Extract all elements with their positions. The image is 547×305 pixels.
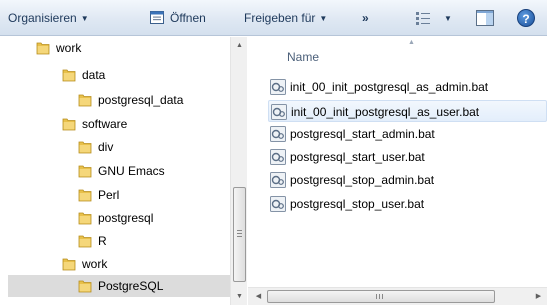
folder-icon (78, 212, 92, 225)
tree-item-label: GNU Emacs (98, 164, 165, 178)
folder-icon (36, 42, 50, 55)
folder-icon (78, 94, 92, 107)
folder-icon (62, 118, 76, 131)
sort-ascending-icon: ▲ (408, 39, 415, 46)
file-name: postgresql_stop_user.bat (290, 197, 425, 211)
tree-item-label: R (98, 234, 107, 248)
tree-item-label: work (82, 257, 108, 271)
share-label: Freigeben für (244, 11, 316, 25)
file-row[interactable]: postgresql_start_admin.bat (268, 123, 547, 145)
folder-icon (78, 165, 92, 178)
tree-item-label: postgresql (98, 211, 154, 225)
chevron-down-icon: ▼ (80, 14, 89, 23)
folder-icon (78, 141, 92, 154)
batch-file-icon (270, 196, 286, 212)
folder-icon (62, 258, 76, 271)
scroll-left-arrow-icon[interactable]: ◀ (250, 288, 267, 305)
navigation-pane: work data postgresql_data software div G… (0, 37, 230, 305)
command-bar: Organisieren ▼ Öffnen Freigeben für ▼ » ▼ … (0, 0, 547, 36)
view-options-button[interactable]: ▼ (440, 0, 452, 36)
batch-file-icon (270, 172, 286, 188)
tree-item-postgresql-selected[interactable]: PostgreSQL (8, 275, 230, 297)
column-header-label: Name (287, 50, 320, 64)
file-name: init_00_init_postgresql_as_user.bat (291, 105, 480, 119)
scroll-down-arrow-icon[interactable]: ▼ (231, 288, 248, 305)
open-button[interactable]: Öffnen (150, 0, 206, 36)
tree-item-label: software (82, 117, 128, 131)
tree-item-label: div (98, 140, 114, 154)
tree-item-label: postgresql_data (98, 93, 184, 107)
nav-vertical-scrollbar[interactable]: ▲ ▼ (230, 37, 247, 305)
folder-icon (78, 189, 92, 202)
file-row[interactable]: init_00_init_postgresql_as_user.bat (268, 100, 547, 122)
file-name: postgresql_start_admin.bat (290, 127, 435, 141)
open-label: Öffnen (170, 11, 206, 25)
share-button[interactable]: Freigeben für ▼ (244, 0, 327, 36)
chevron-down-icon: ▼ (444, 14, 452, 23)
grip-icon (376, 294, 383, 299)
scroll-right-arrow-icon[interactable]: ▶ (530, 288, 547, 305)
batch-file-icon (270, 126, 286, 142)
grip-icon (237, 230, 242, 237)
folder-icon (62, 69, 76, 82)
change-view-icon[interactable] (416, 11, 434, 25)
folder-icon (78, 235, 92, 248)
tree-item-label: PostgreSQL (98, 279, 164, 293)
tree-item-label: data (82, 68, 106, 82)
tree-item-label: work (56, 41, 82, 55)
open-icon (150, 11, 164, 24)
scrollbar-thumb[interactable] (233, 187, 246, 282)
tree-item-label: Perl (98, 188, 120, 202)
file-list-horizontal-scrollbar[interactable]: ◀ ▶ (248, 287, 547, 305)
column-header-name[interactable]: ▲ Name (248, 37, 547, 75)
file-row[interactable]: postgresql_start_user.bat (268, 146, 547, 168)
file-row[interactable]: postgresql_stop_admin.bat (268, 169, 547, 191)
file-row[interactable]: postgresql_stop_user.bat (268, 193, 547, 215)
folder-icon (78, 280, 92, 293)
scroll-up-arrow-icon[interactable]: ▲ (231, 37, 248, 54)
batch-file-icon (270, 79, 286, 95)
chevron-down-icon: ▼ (319, 14, 328, 23)
help-icon[interactable]: ? (517, 9, 535, 27)
file-name: postgresql_stop_admin.bat (290, 173, 435, 187)
organize-button[interactable]: Organisieren ▼ (8, 0, 89, 36)
batch-file-icon (270, 149, 286, 165)
file-list-pane: ▲ Name init_00_init_postgresql_as_admin.… (248, 37, 547, 305)
file-row[interactable]: init_00_init_postgresql_as_admin.bat (268, 76, 547, 98)
scrollbar-thumb[interactable] (267, 290, 495, 303)
file-name: init_00_init_postgresql_as_admin.bat (290, 80, 489, 94)
more-commands-button[interactable]: » (362, 0, 369, 36)
preview-pane-icon[interactable] (476, 10, 494, 26)
organize-label: Organisieren (8, 11, 77, 25)
batch-file-icon (271, 104, 287, 120)
file-name: postgresql_start_user.bat (290, 150, 425, 164)
